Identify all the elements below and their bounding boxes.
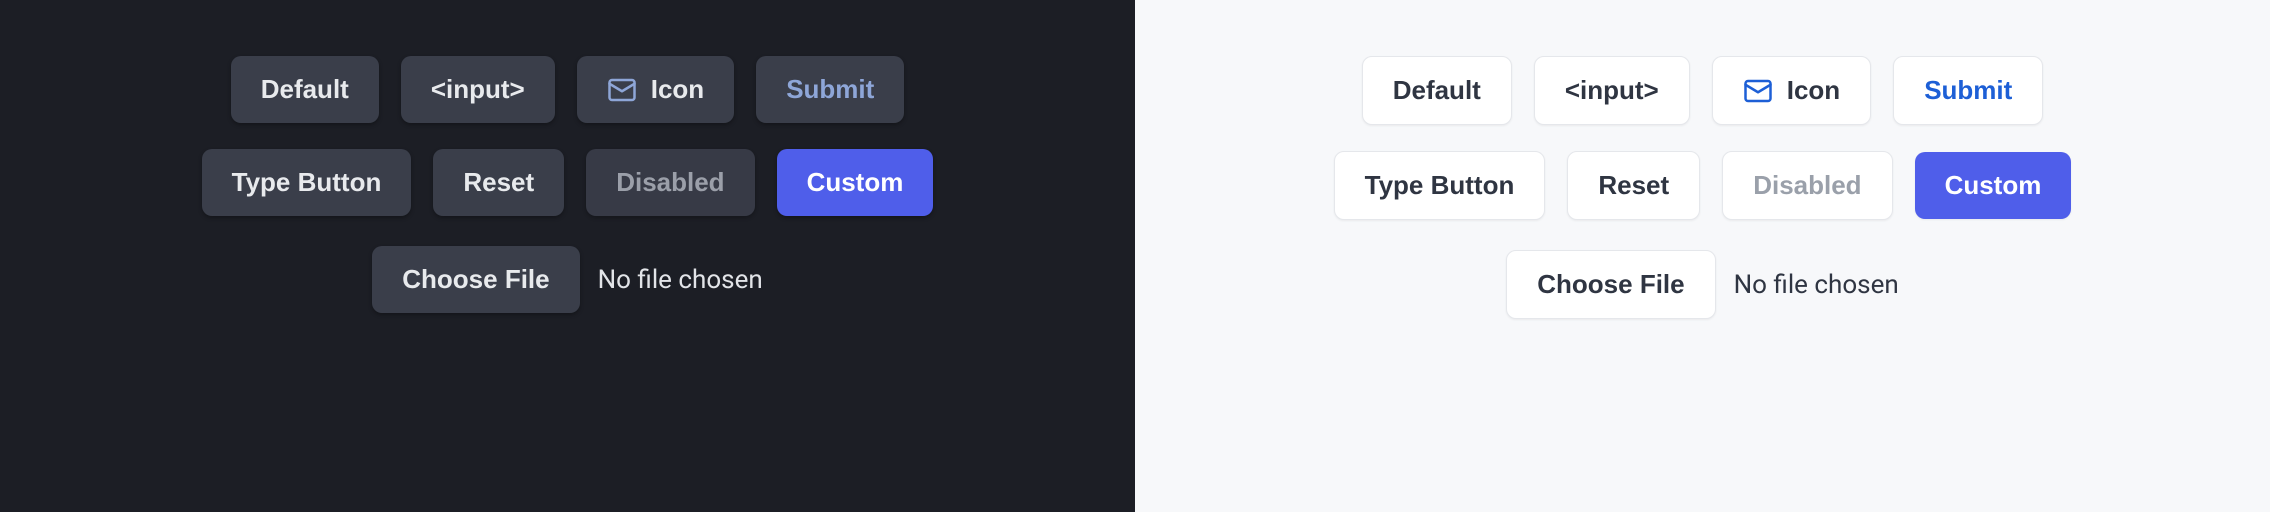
reset-button[interactable]: Reset [1567, 151, 1700, 220]
button-row-2: Type Button Reset Disabled Custom [202, 149, 934, 216]
mail-icon [1743, 76, 1773, 106]
disabled-button: Disabled [586, 149, 754, 216]
icon-button-label: Icon [1787, 75, 1840, 106]
input-element-button[interactable]: <input> [1534, 56, 1690, 125]
choose-file-button[interactable]: Choose File [372, 246, 579, 313]
button-row-1: Default <input> Icon Submit [1362, 56, 2044, 125]
file-status-label: No file chosen [1734, 270, 1899, 300]
custom-button[interactable]: Custom [777, 149, 934, 216]
button-row-2: Type Button Reset Disabled Custom [1334, 151, 2072, 220]
submit-button[interactable]: Submit [756, 56, 904, 123]
mail-icon [607, 75, 637, 105]
light-theme-panel: Default <input> Icon Submit Type Button … [1135, 0, 2270, 512]
file-input-row: Choose File No file chosen [372, 246, 762, 313]
button-row-1: Default <input> Icon Submit [231, 56, 905, 123]
submit-button[interactable]: Submit [1893, 56, 2043, 125]
disabled-button: Disabled [1722, 151, 1892, 220]
icon-button[interactable]: Icon [577, 56, 734, 123]
reset-button[interactable]: Reset [433, 149, 564, 216]
type-button[interactable]: Type Button [202, 149, 412, 216]
input-element-button[interactable]: <input> [401, 56, 555, 123]
custom-button[interactable]: Custom [1915, 152, 2072, 219]
icon-button-label: Icon [651, 74, 704, 105]
choose-file-button[interactable]: Choose File [1506, 250, 1715, 319]
file-input-row: Choose File No file chosen [1506, 250, 1898, 319]
type-button[interactable]: Type Button [1334, 151, 1546, 220]
icon-button[interactable]: Icon [1712, 56, 1871, 125]
default-button[interactable]: Default [231, 56, 379, 123]
file-status-label: No file chosen [598, 265, 763, 295]
dark-theme-panel: Default <input> Icon Submit Type Button … [0, 0, 1135, 512]
default-button[interactable]: Default [1362, 56, 1512, 125]
